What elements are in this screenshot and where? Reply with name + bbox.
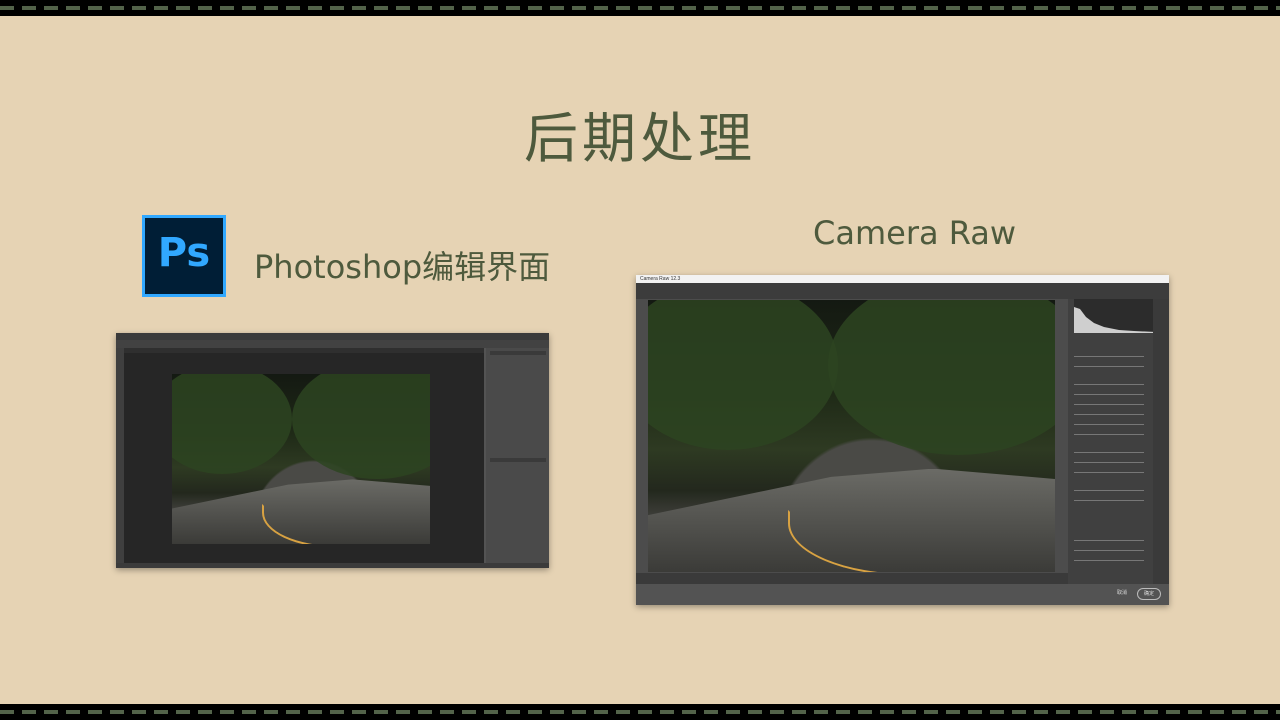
- ps-canvas-area: [124, 353, 484, 563]
- cr-slider[interactable]: [1074, 394, 1144, 395]
- cr-done-button[interactable]: 确定: [1137, 588, 1161, 600]
- tree-canopy: [648, 300, 838, 450]
- histogram-shape: [1074, 307, 1156, 333]
- cr-slider[interactable]: [1074, 424, 1144, 425]
- cr-adjust-panel: [1068, 299, 1153, 584]
- cr-slider[interactable]: [1074, 550, 1144, 551]
- top-dash-line: [0, 6, 1280, 10]
- ps-panel-header: [490, 458, 546, 462]
- cr-tool-sidebar: [1153, 299, 1169, 584]
- tree-canopy: [172, 374, 292, 474]
- photoshop-screenshot: [116, 333, 549, 568]
- cr-slider[interactable]: [1074, 366, 1144, 367]
- cr-slider[interactable]: [1074, 414, 1144, 415]
- cr-slider[interactable]: [1074, 434, 1144, 435]
- slide-title: 后期处理: [524, 107, 756, 170]
- cr-title-bar: Camera Raw 12.3: [636, 275, 1169, 283]
- ps-options-bar: [116, 340, 549, 348]
- histogram-chart: [1074, 307, 1156, 333]
- bottom-dash-line: [0, 710, 1280, 714]
- cr-slider[interactable]: [1074, 462, 1144, 463]
- cr-cancel-button[interactable]: 取消: [1115, 588, 1129, 598]
- ps-toolbar: [116, 348, 124, 563]
- cr-slider[interactable]: [1074, 356, 1144, 357]
- camera-raw-caption: Camera Raw: [813, 214, 1017, 252]
- cr-window-title: Camera Raw 12.3: [640, 276, 681, 282]
- tree-canopy: [292, 374, 430, 479]
- cr-histogram: [1074, 299, 1156, 333]
- cr-toolbar: [636, 283, 1169, 299]
- cr-slider[interactable]: [1074, 500, 1144, 501]
- cr-footer: [636, 584, 1169, 605]
- photoshop-logo-icon: Ps: [142, 215, 226, 297]
- ps-photo: [172, 374, 430, 544]
- ps-panel-header: [490, 351, 546, 355]
- bottom-film-band: [0, 704, 1280, 720]
- cr-slider[interactable]: [1074, 404, 1144, 405]
- photoshop-caption: Photoshop编辑界面: [254, 248, 551, 286]
- ps-panels: [486, 348, 549, 563]
- cr-photo: [648, 300, 1055, 572]
- cr-slider[interactable]: [1074, 540, 1144, 541]
- top-film-band: [0, 0, 1280, 16]
- camera-raw-screenshot: Camera Raw 12.3 取消 确定: [636, 275, 1169, 605]
- cr-image-area: [636, 299, 1068, 573]
- ps-menu-bar: [116, 333, 549, 340]
- cr-slider[interactable]: [1074, 560, 1144, 561]
- photoshop-logo-text: Ps: [157, 230, 211, 276]
- cr-slider[interactable]: [1074, 472, 1144, 473]
- cr-slider[interactable]: [1074, 490, 1144, 491]
- cr-slider[interactable]: [1074, 452, 1144, 453]
- cr-bottom-bar: [636, 573, 1068, 584]
- tree-canopy: [828, 300, 1055, 455]
- ps-status-bar: [116, 563, 549, 568]
- ps-document-tabs: [124, 348, 484, 353]
- cr-slider[interactable]: [1074, 384, 1144, 385]
